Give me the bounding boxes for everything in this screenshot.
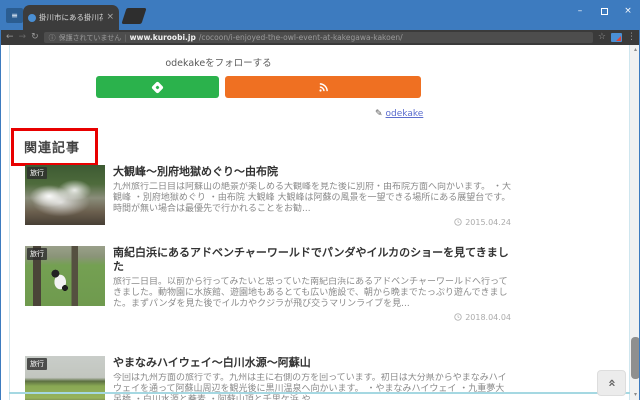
menu-dots-icon[interactable]: ⋮ [627,33,636,42]
author-link[interactable]: odekake [386,109,424,119]
related-heading-annotation-box: 関連記事 [11,128,98,166]
article-excerpt: 旅行二日目。以前から行ってみたいと思っていた南紀白浜にあるアドベンチャーワールド… [113,277,511,310]
author-row: ✎ odekake [375,109,423,119]
article-excerpt: 九州旅行二日目は阿蘇山の絶景が楽しめる大観峰を見た後に別府・由布院方面へ向かいま… [113,182,511,215]
maximize-button[interactable] [592,0,616,22]
article-body: 大観峰〜別府地獄めぐり〜由布院 九州旅行二日目は阿蘇山の絶景が楽しめる大観峰を見… [113,165,511,227]
page-viewport: odekakeをフォローする ✎ odekake 関連記事 旅行 大観峰〜別府地… [1,45,640,400]
feedly-icon [151,81,164,94]
feedly-follow-button[interactable] [96,76,219,98]
window-controls: – × [568,0,640,22]
page-scrollbar[interactable]: ▴ ▾ [630,45,640,400]
article-thumbnail[interactable]: 旅行 [25,165,105,225]
clock-icon [454,218,462,226]
browser-tab[interactable]: 掛川市にある掛川花鳥園で × [23,5,119,30]
scrollbar-up-icon[interactable]: ▴ [630,45,640,55]
menu-lines-icon[interactable]: ≡ [6,8,23,23]
article-title-link[interactable]: 大観峰〜別府地獄めぐり〜由布院 [113,165,511,179]
forward-icon[interactable]: → [19,33,27,42]
maximize-icon [601,8,608,15]
security-label: 保護されていません [59,33,122,43]
article-list-item[interactable]: 旅行 南紀白浜にあるアドベンチャーワールドでパンダやイルカのショーを見てきました… [25,246,511,322]
article-thumbnail[interactable]: 旅行 [25,246,105,306]
new-tab-button[interactable] [121,8,146,24]
tab-close-icon[interactable]: × [106,13,114,22]
article-title-link[interactable]: 南紀白浜にあるアドベンチャーワールドでパンダやイルカのショーを見てきました [113,246,511,274]
clock-icon [454,313,462,321]
article-date: 2018.04.04 [465,313,511,322]
rss-icon [318,82,329,93]
browser-toolbar: ← → ↻ ⓘ 保護されていません | www.kuroobi.jp /coco… [1,30,640,45]
article-date: 2015.04.24 [465,218,511,227]
rss-follow-button[interactable] [225,76,421,98]
article-list-item[interactable]: 旅行 大観峰〜別府地獄めぐり〜由布院 九州旅行二日目は阿蘇山の絶景が楽しめる大観… [25,165,511,227]
pencil-icon: ✎ [375,109,383,119]
article-meta: 2015.04.24 [113,218,511,227]
follow-widget-label: odekakeをフォローする [96,55,341,69]
extension-icon[interactable] [611,33,622,42]
back-icon[interactable]: ← [6,33,14,42]
info-icon[interactable]: ⓘ [49,33,56,43]
titlebar: ≡ 掛川市にある掛川花鳥園で × – × [1,0,640,30]
address-divider: | [124,34,126,42]
site-bottom-border [9,392,630,394]
scrollbar-thumb[interactable] [631,337,640,379]
scrollbar-down-icon[interactable]: ▾ [630,390,640,400]
category-badge: 旅行 [27,248,47,260]
minimize-button[interactable]: – [568,0,592,22]
tab-title: 掛川市にある掛川花鳥園で [39,12,103,23]
browser-window: ≡ 掛川市にある掛川花鳥園で × – × ← → ↻ ⓘ 保護されていません |… [0,0,640,400]
article-meta: 2018.04.04 [113,313,511,322]
article-body: 南紀白浜にあるアドベンチャーワールドでパンダやイルカのショーを見てきました 旅行… [113,246,511,322]
article-excerpt: 今回は九州方面の旅行です。九州は主に右側の方を回っています。初日は大分県からやま… [113,373,511,400]
address-bar[interactable]: ⓘ 保護されていません | www.kuroobi.jp /cocoon/i-e… [44,32,593,43]
site-border-left [9,45,10,400]
close-window-button[interactable]: × [616,0,640,22]
bookmark-star-icon[interactable]: ☆ [598,33,606,42]
category-badge: 旅行 [27,167,47,179]
scroll-to-top-button[interactable]: « [597,370,626,396]
refresh-icon[interactable]: ↻ [31,33,39,42]
chevron-up-icon: « [607,379,617,387]
url-path: /cocoon/i-enjoyed-the-owl-event-at-kakeg… [199,33,403,42]
tab-favicon [28,14,36,22]
category-badge: 旅行 [27,358,47,370]
url-host: www.kuroobi.jp [130,33,196,42]
article-title-link[interactable]: やまなみハイウェイ〜白川水源〜阿蘇山 [113,356,511,370]
related-articles-heading: 関連記事 [24,137,80,156]
